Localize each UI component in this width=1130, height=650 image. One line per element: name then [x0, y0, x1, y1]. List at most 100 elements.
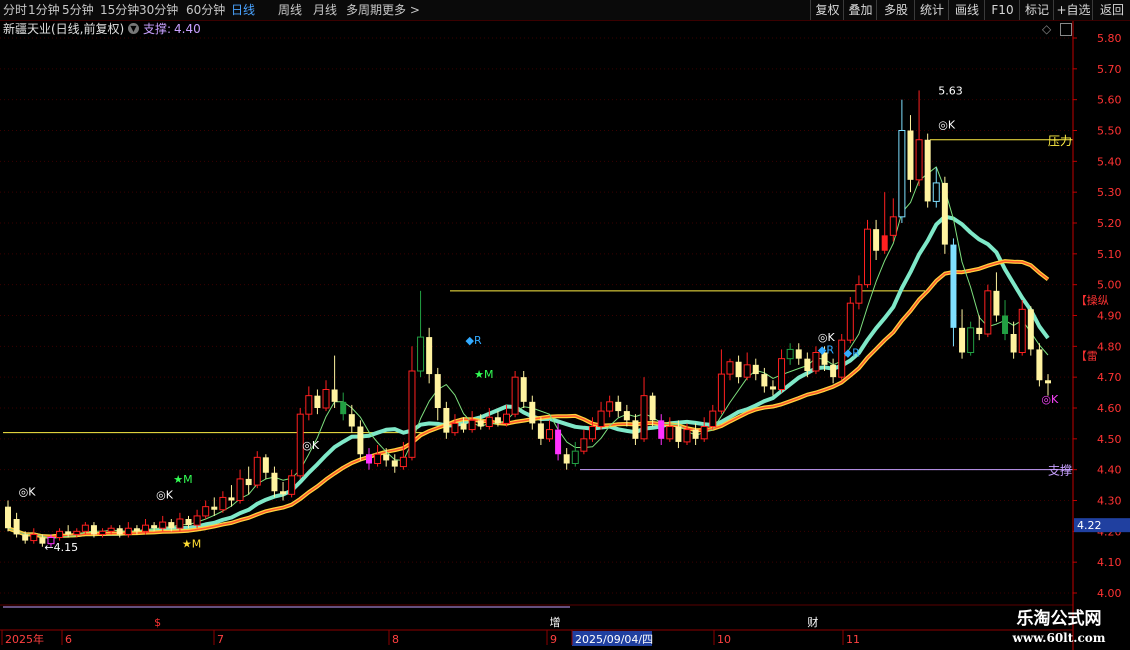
candle-body — [133, 528, 140, 532]
period-toolbar: 分时 1分钟 5分钟 15分钟 30分钟 60分钟 日线 周线 月线 多周期 更多 > 复权 叠加 多股统… — [0, 0, 1130, 21]
toolbar-action-2[interactable]: 多股 — [876, 0, 915, 20]
price-tick-label: 5.10 — [1097, 248, 1122, 261]
candle-body — [597, 410, 605, 428]
event-marker: 财 — [807, 615, 818, 629]
event-marker: 增 — [549, 615, 560, 629]
period-tab-10[interactable]: 更多 > — [382, 2, 420, 18]
toolbar-action-4[interactable]: 画线 — [948, 0, 985, 20]
period-tab-5[interactable]: 60分钟 — [186, 2, 225, 18]
candle-body — [1010, 334, 1017, 353]
candle-body — [348, 414, 355, 427]
date-label: 6 — [65, 633, 72, 646]
candle-body — [477, 420, 484, 427]
candle-body — [434, 374, 441, 408]
candle-body — [185, 519, 192, 526]
toolbar-action-1[interactable]: 叠加 — [843, 0, 877, 20]
candle-body — [73, 530, 81, 535]
candle-body — [107, 527, 115, 532]
indicator-toggle-icon[interactable]: ▼ — [128, 23, 139, 34]
current-price-label: 4.22 — [1077, 519, 1102, 532]
price-tick-label: 4.60 — [1097, 402, 1122, 415]
candle-body — [383, 454, 390, 461]
pressure-label: 压力 — [1048, 134, 1072, 148]
period-tab-3[interactable]: 15分钟 — [100, 2, 139, 18]
candle-body — [675, 426, 682, 442]
candle-body — [984, 290, 992, 335]
price-tick-label: 5.00 — [1097, 279, 1122, 292]
candle-body — [666, 426, 674, 440]
watermark-title: 乐淘公式网 — [1016, 609, 1102, 629]
candle-body — [709, 410, 717, 428]
candle-body — [649, 395, 656, 421]
candle-body — [571, 450, 579, 464]
candle-body — [769, 386, 776, 390]
candle-body — [786, 348, 794, 360]
period-tab-0[interactable]: 分时 — [3, 2, 27, 18]
candle-body — [580, 438, 588, 452]
candle-body — [846, 302, 854, 341]
candle-body — [374, 453, 382, 464]
candle-body — [915, 139, 923, 181]
support-label: 支撑 — [1048, 463, 1072, 478]
signal-label: ◎K — [19, 485, 37, 498]
signal-label: ◎K — [938, 118, 956, 131]
candle-body — [967, 327, 975, 354]
price-tick-label: 5.70 — [1097, 63, 1122, 76]
signal-label: ◎K — [156, 488, 174, 501]
period-tab-8[interactable]: 月线 — [313, 2, 337, 18]
toolbar-action-8[interactable]: 返回 — [1092, 0, 1130, 20]
candle-body — [443, 408, 450, 433]
candle-body — [1002, 315, 1009, 334]
candle-body — [752, 364, 759, 375]
candle-body — [305, 395, 313, 415]
toolbar-action-5[interactable]: F10 — [984, 0, 1020, 20]
period-tab-2[interactable]: 5分钟 — [62, 2, 94, 18]
candle-body — [563, 454, 570, 464]
period-tab-7[interactable]: 周线 — [278, 2, 302, 18]
candle-body — [941, 182, 948, 245]
candle-body — [357, 426, 364, 455]
signal-label: ★M — [474, 368, 493, 381]
candle-body — [391, 460, 398, 467]
candle-body — [399, 456, 407, 468]
date-label: 11 — [846, 633, 860, 646]
period-tab-6[interactable]: 日线 — [231, 2, 255, 18]
candle-body — [700, 426, 708, 440]
candle-body — [460, 423, 467, 430]
toolbar-action-0[interactable]: 复权 — [810, 0, 844, 20]
toolbar-action-3[interactable]: 统计 — [914, 0, 949, 20]
period-tab-4[interactable]: 30分钟 — [139, 2, 178, 18]
candlestick-chart[interactable]: 压力支撑 5.63 ←4.15 ◎K ◎K ◎K ◎K ◎K ◎K ★M ★M ★M ◆R ◆R ◆R 【操… — [0, 0, 1130, 650]
price-tick-label: 4.00 — [1097, 587, 1122, 600]
toolbar-action-6[interactable]: 标记 — [1019, 0, 1054, 20]
price-tick-label: 5.40 — [1097, 155, 1122, 168]
candle-body — [314, 395, 321, 408]
candle-body — [485, 416, 493, 427]
toolbar-action-7[interactable]: +自选 — [1053, 0, 1093, 20]
candle-body — [253, 456, 261, 486]
date-label: 9 — [550, 633, 557, 646]
candle-body — [193, 515, 201, 526]
diamond-icon[interactable]: ◇ — [1042, 20, 1051, 38]
candle-body — [1045, 380, 1051, 384]
candle-body — [778, 358, 786, 390]
price-tick-label: 4.90 — [1097, 310, 1122, 323]
candle-body — [5, 506, 11, 529]
candle-body — [588, 426, 596, 440]
period-tab-1[interactable]: 1分钟 — [28, 2, 60, 18]
candle-body — [65, 531, 72, 535]
scroll-icon[interactable] — [1060, 23, 1072, 36]
candle-body — [907, 130, 914, 180]
period-tab-9[interactable]: 多周期 — [346, 2, 382, 18]
candle-body — [219, 496, 227, 511]
candle-body — [1036, 349, 1043, 381]
candle-body — [761, 374, 768, 387]
candle-body — [830, 364, 837, 378]
candle-body — [520, 377, 527, 402]
candle-body — [245, 478, 252, 486]
date-label: 2025年 — [5, 632, 44, 646]
watermark-url: www.60lt.com — [1012, 631, 1106, 645]
date-label: 7 — [217, 633, 224, 646]
candle-body — [898, 130, 906, 218]
candle-body — [529, 401, 536, 424]
